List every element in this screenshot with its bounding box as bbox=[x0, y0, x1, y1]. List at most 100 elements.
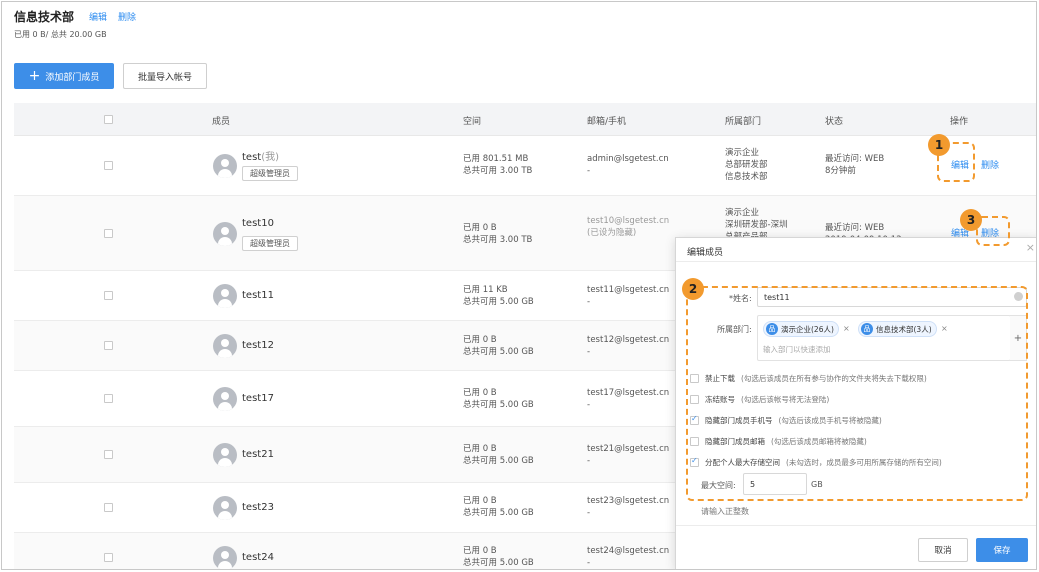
row-checkbox[interactable] bbox=[104, 229, 113, 238]
checkbox[interactable] bbox=[690, 395, 699, 404]
callout-1: 1 bbox=[928, 134, 950, 156]
add-member-label: 添加部门成员 bbox=[45, 72, 100, 83]
option-max-storage[interactable]: 分配个人最大存储空间(未勾选时，成员最多可用所属存储的所有空间) bbox=[690, 456, 942, 468]
dept-chip: 品 信息技术部(3人) bbox=[858, 321, 937, 337]
table-row: test(我) 超级管理员 已用 801.51 MB 总共可用 3.00 TB a… bbox=[14, 136, 1036, 196]
org-icon: 品 bbox=[766, 323, 778, 335]
plus-icon: + bbox=[28, 68, 41, 84]
col-actions: 操作 bbox=[950, 117, 969, 127]
space-cell: 已用 801.51 MB 总共可用 3.00 TB bbox=[463, 154, 533, 176]
app-frame: 信息技术部 编辑 删除 已用 0 B/ 总共 20.00 GB + 添加部门成员… bbox=[1, 1, 1037, 570]
avatar bbox=[213, 284, 237, 308]
row-checkbox[interactable] bbox=[104, 503, 113, 512]
contact-cell: test11@lsgetest.cn - bbox=[587, 285, 670, 307]
callout-2: 2 bbox=[682, 278, 704, 300]
col-dept: 所属部门 bbox=[725, 117, 762, 127]
name-input[interactable] bbox=[757, 287, 1027, 307]
option-freeze-account[interactable]: 冻结账号 (勾选后该帐号将无法登陆) bbox=[690, 394, 829, 405]
member-name: test23 bbox=[242, 502, 274, 513]
col-status: 状态 bbox=[825, 117, 844, 127]
contact-cell: test17@lsgetest.cn - bbox=[587, 388, 670, 410]
space-cell: 已用 0 B 总共可用 5.00 GB bbox=[463, 388, 534, 410]
validation-hint: 请输入正整数 bbox=[701, 507, 749, 516]
role-badge: 超级管理员 bbox=[242, 166, 298, 181]
avatar bbox=[213, 334, 237, 358]
max-space-input[interactable] bbox=[743, 473, 807, 495]
add-member-button[interactable]: + 添加部门成员 bbox=[14, 63, 114, 89]
close-icon[interactable]: × bbox=[1026, 241, 1035, 254]
dept-cell: 演示企业 总部研发部 信息技术部 bbox=[725, 148, 768, 182]
page-title: 信息技术部 bbox=[14, 10, 75, 24]
max-space-unit: GB bbox=[811, 480, 823, 489]
clear-input-icon[interactable] bbox=[1014, 292, 1023, 301]
row-checkbox[interactable] bbox=[104, 161, 113, 170]
dept-search-placeholder[interactable]: 输入部门以快速添加 bbox=[763, 344, 831, 355]
checkbox-checked[interactable] bbox=[690, 456, 699, 467]
avatar bbox=[213, 387, 237, 411]
contact-cell: admin@lsgetest.cn - bbox=[587, 154, 669, 176]
avatar bbox=[213, 496, 237, 520]
divider bbox=[676, 525, 1036, 526]
option-disable-download[interactable]: 禁止下载 (勾选后该成员在所有参与协作的文件夹将失去下载权限) bbox=[690, 373, 927, 384]
checkbox-checked[interactable] bbox=[690, 414, 699, 425]
cancel-button[interactable]: 取消 bbox=[918, 538, 968, 562]
space-cell: 已用 0 B 总共可用 5.00 GB bbox=[463, 444, 534, 466]
remove-chip-icon[interactable]: × bbox=[843, 324, 850, 333]
col-member: 成员 bbox=[212, 117, 231, 127]
contact-cell: test10@lsgetest.cn (已设为隐藏) bbox=[587, 216, 670, 238]
option-hide-email[interactable]: 隐藏部门成员邮箱 (勾选后该成员邮箱将被隐藏) bbox=[690, 436, 867, 447]
avatar bbox=[213, 222, 237, 246]
contact-cell: test12@lsgetest.cn - bbox=[587, 335, 670, 357]
member-name: test(我) bbox=[242, 152, 280, 163]
row-edit-link[interactable]: 编辑 bbox=[951, 158, 969, 171]
avatar bbox=[213, 443, 237, 467]
save-button[interactable]: 保存 bbox=[976, 538, 1028, 562]
space-cell: 已用 0 B 总共可用 5.00 GB bbox=[463, 546, 534, 568]
edit-member-dialog: 编辑成员 × *姓名: 所属部门: 品 演示企业(26人) × 品 信息技术部(… bbox=[675, 237, 1036, 569]
row-checkbox[interactable] bbox=[104, 450, 113, 459]
org-icon: 品 bbox=[861, 323, 873, 335]
role-badge: 超级管理员 bbox=[242, 236, 298, 251]
callout-3: 3 bbox=[960, 209, 982, 231]
space-cell: 已用 11 KB 总共可用 5.00 GB bbox=[463, 285, 534, 307]
name-label: *姓名: bbox=[729, 294, 752, 303]
row-checkbox[interactable] bbox=[104, 394, 113, 403]
remove-chip-icon[interactable]: × bbox=[941, 324, 948, 333]
space-cell: 已用 0 B 总共可用 3.00 TB bbox=[463, 223, 533, 245]
member-name: test21 bbox=[242, 449, 274, 460]
space-cell: 已用 0 B 总共可用 5.00 GB bbox=[463, 335, 534, 357]
avatar bbox=[213, 154, 237, 178]
member-name: test24 bbox=[242, 552, 274, 563]
edit-dept-link[interactable]: 编辑 bbox=[89, 10, 107, 23]
row-checkbox[interactable] bbox=[104, 553, 113, 562]
checkbox[interactable] bbox=[690, 437, 699, 446]
checkbox[interactable] bbox=[690, 374, 699, 383]
status-cell: 最近访问: WEB 8分钟前 bbox=[825, 154, 885, 176]
dept-selector[interactable]: 品 演示企业(26人) × 品 信息技术部(3人) × 输入部门以快速添加 bbox=[757, 315, 1011, 361]
delete-dept-link[interactable]: 删除 bbox=[118, 10, 136, 23]
dept-label: 所属部门: bbox=[717, 325, 752, 334]
dialog-title: 编辑成员 bbox=[687, 248, 724, 258]
col-space: 空间 bbox=[463, 117, 482, 127]
contact-cell: test24@lsgetest.cn - bbox=[587, 546, 670, 568]
bulk-import-button[interactable]: 批量导入帐号 bbox=[123, 63, 207, 89]
row-delete-link[interactable]: 删除 bbox=[981, 158, 999, 171]
contact-cell: test21@lsgetest.cn - bbox=[587, 444, 670, 466]
add-dept-icon[interactable]: + bbox=[1010, 315, 1027, 361]
row-checkbox[interactable] bbox=[104, 341, 113, 350]
member-name: test12 bbox=[242, 340, 274, 351]
option-hide-phone[interactable]: 隐藏部门成员手机号(勾选后该成员手机号将被隐藏) bbox=[690, 414, 882, 426]
members-table: 成员 空间 邮箱/手机 所属部门 状态 操作 test(我) 超级管理员 已用 … bbox=[14, 103, 1036, 569]
space-cell: 已用 0 B 总共可用 5.00 GB bbox=[463, 496, 534, 518]
member-name: test10 bbox=[242, 218, 274, 229]
member-name: test11 bbox=[242, 290, 274, 301]
row-checkbox[interactable] bbox=[104, 291, 113, 300]
select-all-checkbox[interactable] bbox=[104, 115, 113, 124]
dept-chip: 品 演示企业(26人) bbox=[763, 321, 839, 337]
member-name: test17 bbox=[242, 393, 274, 404]
storage-usage: 已用 0 B/ 总共 20.00 GB bbox=[14, 30, 107, 39]
divider bbox=[676, 261, 1036, 262]
col-contact: 邮箱/手机 bbox=[587, 117, 627, 127]
table-header: 成员 空间 邮箱/手机 所属部门 状态 操作 bbox=[14, 103, 1036, 136]
max-space-label: 最大空间: bbox=[701, 481, 736, 490]
